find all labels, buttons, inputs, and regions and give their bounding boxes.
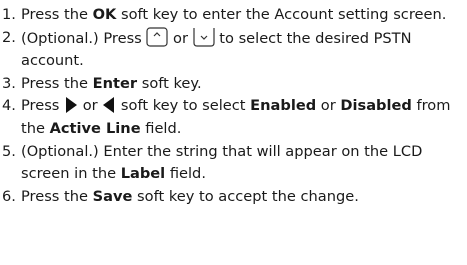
softkey-label-enter: Enter	[92, 74, 138, 92]
step-4: 4. Press or soft key to select Enabled o…	[2, 95, 467, 140]
step-text-part: (Optional.) Enter the string that will a…	[21, 142, 423, 183]
option-label-disabled: Disabled	[340, 97, 412, 115]
step-text-part: soft key to accept the change.	[132, 187, 359, 205]
right-arrow-icon	[64, 96, 78, 114]
step-number: 2.	[2, 28, 16, 46]
step-text: (Optional.) Enter the string that will a…	[21, 141, 467, 186]
field-label-active-line: Active Line	[49, 119, 141, 137]
step-text: Press the Enter soft key.	[21, 73, 467, 96]
step-text-part: Press the	[21, 187, 93, 205]
step-text-part: soft key to enter the Account setting sc…	[116, 6, 447, 23]
step-text-part: soft key.	[137, 74, 202, 92]
navigation-up-key-icon	[146, 26, 169, 47]
navigation-down-key-icon	[193, 27, 215, 47]
step-number: 6.	[2, 187, 16, 205]
step-number: 1.	[2, 6, 16, 23]
step-text-part: or	[316, 97, 341, 115]
step-text-part: Press the	[21, 74, 93, 92]
step-5: 5. (Optional.) Enter the string that wil…	[2, 141, 467, 186]
step-number: 4.	[2, 97, 16, 115]
softkey-label-ok: OK	[92, 6, 117, 23]
step-2: 2. (Optional.) Press or to select the de…	[2, 26, 467, 73]
softkey-label-save: Save	[92, 187, 133, 205]
instruction-list: 1. Press the OK soft key to enter the Ac…	[0, 0, 467, 208]
step-text-part: or	[168, 29, 193, 47]
step-number: 3.	[2, 74, 16, 92]
step-3: 3. Press the Enter soft key.	[2, 73, 467, 96]
step-text-part: (Optional.) Press	[21, 29, 147, 47]
option-label-enabled: Enabled	[250, 97, 317, 115]
field-label-label: Label	[120, 165, 166, 183]
step-text-part: field.	[165, 165, 206, 183]
step-text-part: soft key to select	[116, 97, 251, 115]
step-text: Press or soft key to select Enabled or D…	[21, 95, 467, 140]
step-text-part: field.	[140, 119, 182, 137]
step-text-part: Press	[21, 97, 65, 115]
step-number: 5.	[2, 142, 16, 160]
step-text: Press the Save soft key to accept the ch…	[21, 186, 467, 209]
left-arrow-icon	[102, 96, 116, 114]
step-text-part: or	[78, 97, 103, 115]
step-6: 6. Press the Save soft key to accept the…	[2, 186, 467, 209]
step-text: (Optional.) Press or to select the desir…	[21, 26, 467, 73]
step-text: Press the OK soft key to enter the Accou…	[21, 4, 467, 27]
step-1: 1. Press the OK soft key to enter the Ac…	[2, 4, 467, 27]
step-text-part: Press the	[21, 6, 93, 23]
